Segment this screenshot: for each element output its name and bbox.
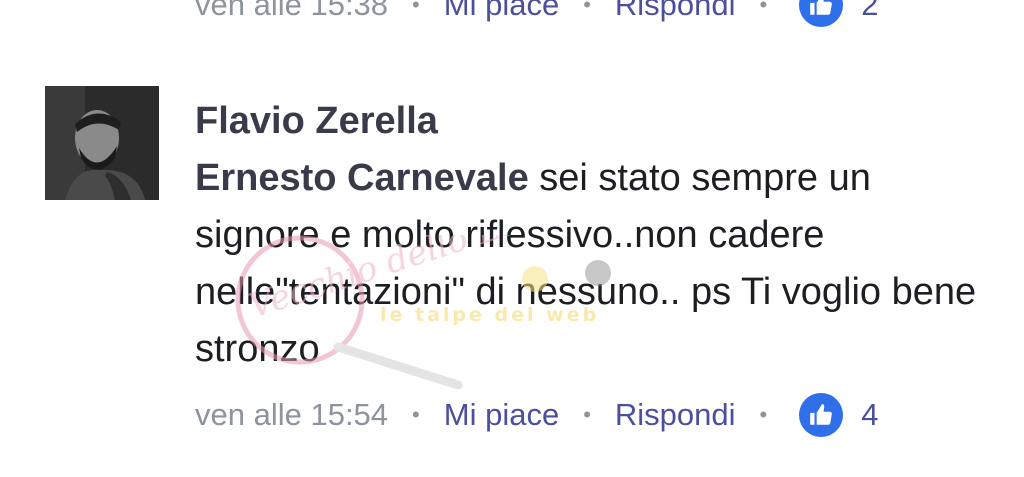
- comment-timestamp: ven alle 15:38: [195, 0, 389, 22]
- reply-link[interactable]: Rispondi: [615, 0, 736, 23]
- comment: Flavio Zerella Ernesto Carnevale sei sta…: [195, 92, 1005, 378]
- dot-separator: •: [412, 0, 420, 17]
- like-count[interactable]: 2: [861, 0, 878, 23]
- thumbs-up-icon[interactable]: [799, 0, 844, 27]
- avatar[interactable]: [45, 86, 159, 200]
- comment-actions: ven alle 15:54 • Mi piace • Rispondi • 4: [195, 390, 878, 440]
- dot-separator: •: [759, 402, 768, 427]
- like-link[interactable]: Mi piace: [444, 0, 559, 23]
- like-count[interactable]: 4: [861, 397, 878, 433]
- reply-link[interactable]: Rispondi: [615, 397, 736, 433]
- dot-separator: •: [759, 0, 768, 17]
- thumbs-up-icon[interactable]: [799, 393, 844, 437]
- comment-author[interactable]: Flavio Zerella: [195, 92, 1005, 150]
- dot-separator: •: [583, 402, 591, 427]
- mention-link[interactable]: Ernesto Carnevale: [195, 157, 529, 199]
- dot-separator: •: [583, 0, 591, 17]
- previous-comment-actions: ven alle 15:38 • Mi piace • Rispondi • 2: [195, 0, 878, 30]
- comment-text: Ernesto Carnevale sei stato sempre un si…: [195, 150, 1005, 378]
- comment-timestamp: ven alle 15:54: [195, 397, 389, 432]
- like-link[interactable]: Mi piace: [444, 397, 559, 433]
- dot-separator: •: [412, 402, 420, 427]
